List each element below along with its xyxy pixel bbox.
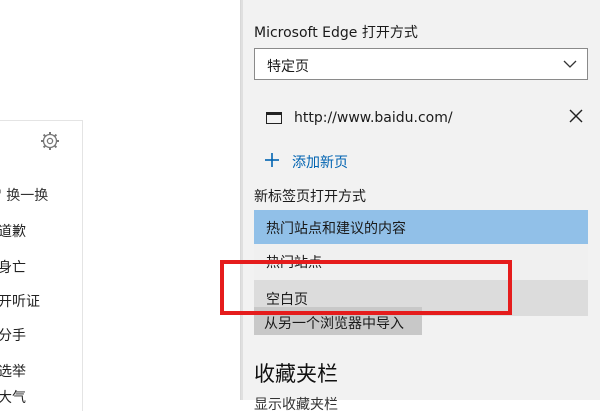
dropdown-option-selected[interactable]: 热门站点和建议的内容 <box>254 210 588 244</box>
open-with-value: 特定页 <box>267 59 309 75</box>
background-page-panel: ' 换一换 道歉 身亡 开听证 分手 选举 大气 <box>0 120 83 411</box>
highlight-box <box>220 260 512 315</box>
favorites-bar-heading: 收藏夹栏 <box>254 362 338 386</box>
gear-icon[interactable] <box>40 131 60 151</box>
left-list-item[interactable]: 开听证 <box>0 291 40 311</box>
left-list-item[interactable]: ' 换一换 <box>0 185 48 205</box>
chevron-down-icon <box>563 60 577 68</box>
option-label: 热门站点和建议的内容 <box>266 221 406 237</box>
open-with-select[interactable]: 特定页 <box>254 48 588 80</box>
left-list-item[interactable]: 分手 <box>0 325 26 345</box>
start-page-url[interactable]: http://www.baidu.com/ <box>294 110 453 126</box>
new-tab-label: 新标签页打开方式 <box>254 189 366 205</box>
favorites-bar-toggle-label: 显示收藏夹栏 <box>254 397 338 413</box>
close-icon[interactable] <box>568 108 584 124</box>
add-new-page-label: 添加新页 <box>292 155 348 171</box>
start-page-row: http://www.baidu.com/ <box>254 104 588 134</box>
open-with-label: Microsoft Edge 打开方式 <box>254 25 418 41</box>
pane-divider <box>241 0 243 400</box>
left-list-item[interactable]: 身亡 <box>0 257 26 277</box>
plus-icon <box>265 153 279 167</box>
left-list-item[interactable]: 选举 <box>0 361 26 381</box>
left-list-item[interactable]: 道歉 <box>0 221 26 241</box>
page-icon <box>266 112 282 124</box>
left-list-item[interactable]: 大气 <box>0 387 26 407</box>
import-label: 从另一个浏览器中导入 <box>264 316 404 332</box>
settings-pane: Microsoft Edge 打开方式 特定页 http://www.baidu… <box>240 0 600 413</box>
